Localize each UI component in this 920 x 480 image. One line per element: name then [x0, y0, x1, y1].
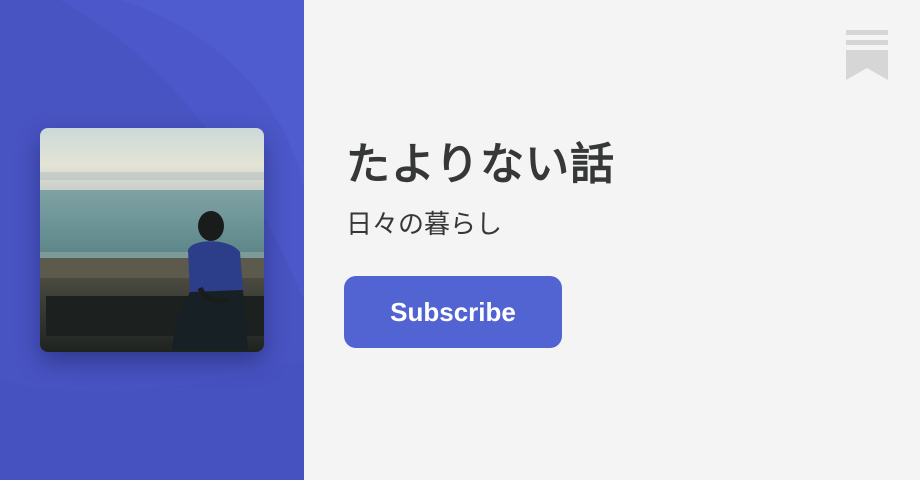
- substack-bookmark-icon: [846, 30, 888, 80]
- left-accent-panel: [0, 0, 304, 480]
- subscribe-button[interactable]: Subscribe: [344, 276, 562, 348]
- content-panel: たよりない話 日々の暮らし Subscribe: [304, 0, 920, 480]
- publication-title: たよりない話: [346, 139, 616, 190]
- cover-image: [40, 128, 264, 352]
- publication-tagline: 日々の暮らし: [346, 210, 503, 240]
